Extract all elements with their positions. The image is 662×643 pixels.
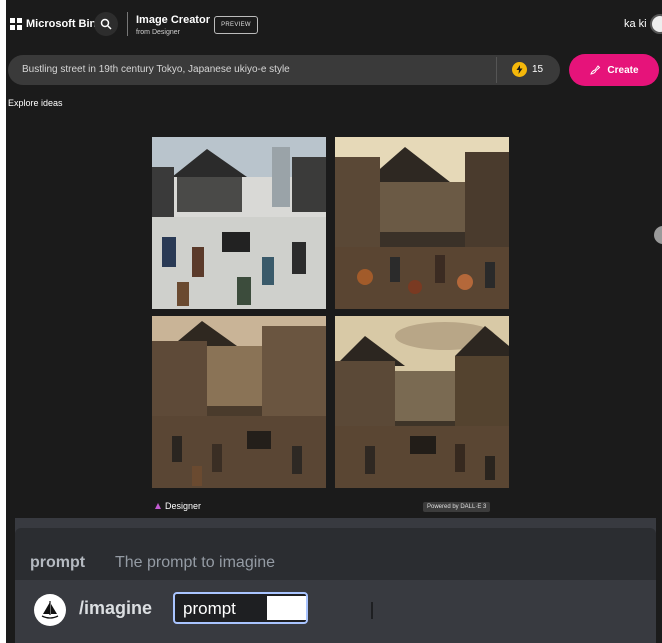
text-caret [371, 602, 373, 619]
boost-count: 15 [532, 64, 544, 75]
midjourney-boat-icon [34, 594, 66, 626]
create-label: Create [607, 64, 639, 76]
windows-logo-icon [10, 18, 22, 30]
powered-by-badge: Powered by DALL·E 3 [423, 502, 491, 512]
search-icon [100, 18, 112, 30]
param-label: prompt [183, 599, 236, 618]
product-title[interactable]: Image Creator [136, 14, 210, 26]
carousel-scroll-handle[interactable] [654, 226, 662, 244]
generated-image-1[interactable] [152, 137, 326, 309]
search-button[interactable] [94, 12, 118, 36]
product-subtitle: from Designer [136, 29, 180, 36]
explore-ideas-link[interactable]: Explore ideas [8, 98, 63, 108]
designer-label[interactable]: Designer [154, 501, 201, 511]
generated-image-2[interactable] [335, 137, 509, 309]
designer-icon [155, 503, 161, 509]
designer-text: Designer [165, 501, 202, 511]
lightning-icon [516, 65, 523, 74]
prompt-bar[interactable]: Bustling street in 19th century Tokyo, J… [8, 55, 560, 85]
bing-logo[interactable]: Microsoft Bing [10, 18, 103, 30]
command-name: /imagine [79, 598, 153, 618]
discord-command-overlay: prompt The prompt to imagine /imagine pr… [15, 518, 656, 643]
create-button[interactable]: Create [569, 54, 659, 86]
generated-image-4[interactable] [335, 316, 509, 488]
option-panel[interactable]: prompt The prompt to imagine [15, 528, 656, 580]
top-header: Microsoft Bing Image Creator from Design… [6, 0, 662, 52]
brand-label: Microsoft Bing [26, 18, 103, 30]
brush-icon [590, 65, 601, 75]
avatar[interactable] [650, 14, 662, 34]
username[interactable]: ka ki [624, 18, 647, 30]
prompt-input[interactable]: Bustling street in 19th century Tokyo, J… [22, 64, 290, 75]
generated-image-3[interactable] [152, 316, 326, 488]
prompt-divider [496, 57, 497, 83]
param-value-field[interactable] [267, 596, 373, 620]
option-description: The prompt to imagine [115, 554, 276, 571]
boost-icon[interactable] [512, 62, 527, 77]
header-divider [127, 12, 128, 36]
preview-badge: PREVIEW [214, 16, 258, 34]
prompt-param-input[interactable]: prompt [173, 592, 373, 624]
option-name: prompt [30, 554, 86, 571]
